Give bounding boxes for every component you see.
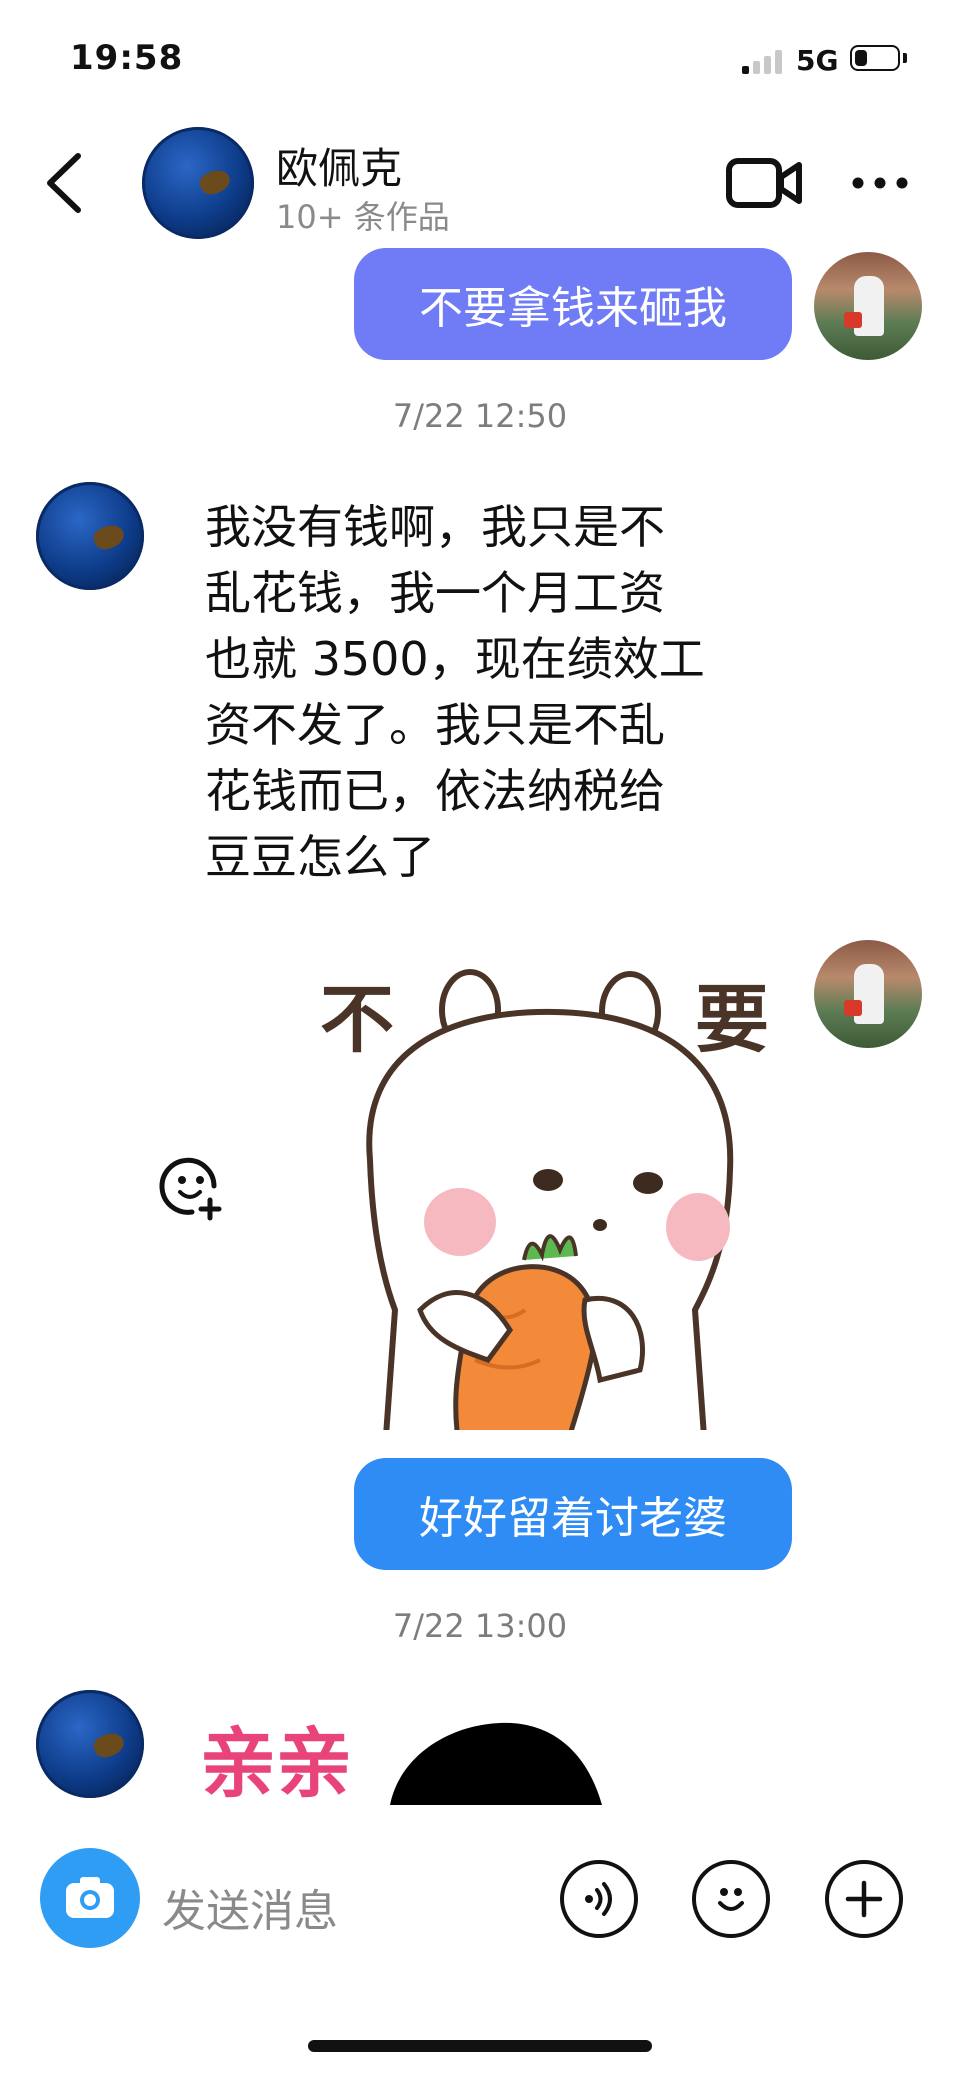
message-line: 也就 3500，现在绩效工 (205, 632, 705, 686)
network-label: 5G (796, 44, 839, 77)
message-line: 我没有钱啊，我只是不 (205, 500, 665, 554)
message-timestamp: 7/22 12:50 (392, 397, 568, 435)
voice-icon[interactable] (560, 1860, 638, 1938)
chevron-left-icon[interactable] (40, 150, 90, 216)
self-avatar[interactable] (814, 940, 922, 1048)
battery-fill (855, 50, 867, 66)
message-line: 花钱而已，依法纳税给 (205, 764, 665, 818)
bunny-illustration (366, 969, 734, 1430)
contact-subtitle: 10+ 条作品 (276, 198, 450, 236)
video-camera-icon[interactable] (725, 155, 803, 211)
message-timestamp: 7/22 13:00 (392, 1607, 568, 1645)
camera-icon (66, 1877, 114, 1918)
home-indicator[interactable] (308, 2040, 652, 2052)
battery-icon (850, 45, 900, 71)
message-text-incoming[interactable]: 我没有钱啊，我只是不 乱花钱，我一个月工资 也就 3500，现在绩效工 资不发了… (205, 494, 785, 890)
signal-icon (742, 50, 786, 74)
message-input[interactable]: 发送消息 (162, 1875, 338, 1939)
status-time: 19:58 (70, 38, 184, 78)
contact-avatar[interactable] (36, 482, 144, 590)
contact-name[interactable]: 欧佩克 (276, 135, 402, 196)
contact-avatar[interactable] (36, 1690, 144, 1798)
add-emoji-icon[interactable] (158, 1152, 228, 1222)
message-bubble-outgoing[interactable]: 好好留着讨老婆 (354, 1458, 792, 1570)
more-dots-icon[interactable] (850, 168, 910, 198)
bunny-sticker[interactable]: 不 要 (310, 930, 780, 1430)
message-line: 乱花钱，我一个月工资 (205, 566, 665, 620)
contact-avatar[interactable] (142, 127, 254, 239)
message-line: 豆豆怎么了 (205, 830, 435, 884)
input-bar (0, 1805, 960, 1985)
plus-icon[interactable] (825, 1860, 903, 1938)
partial-sticker-image[interactable] (380, 1715, 610, 1805)
sticker-text-qinqin[interactable]: 亲亲 (200, 1702, 352, 1812)
message-bubble-outgoing[interactable]: 不要拿钱来砸我 (354, 248, 792, 360)
emoji-icon[interactable] (692, 1860, 770, 1938)
battery-tip (903, 53, 907, 63)
camera-button[interactable] (40, 1848, 140, 1948)
message-line: 资不发了。我只是不乱 (205, 698, 665, 752)
self-avatar[interactable] (814, 252, 922, 360)
